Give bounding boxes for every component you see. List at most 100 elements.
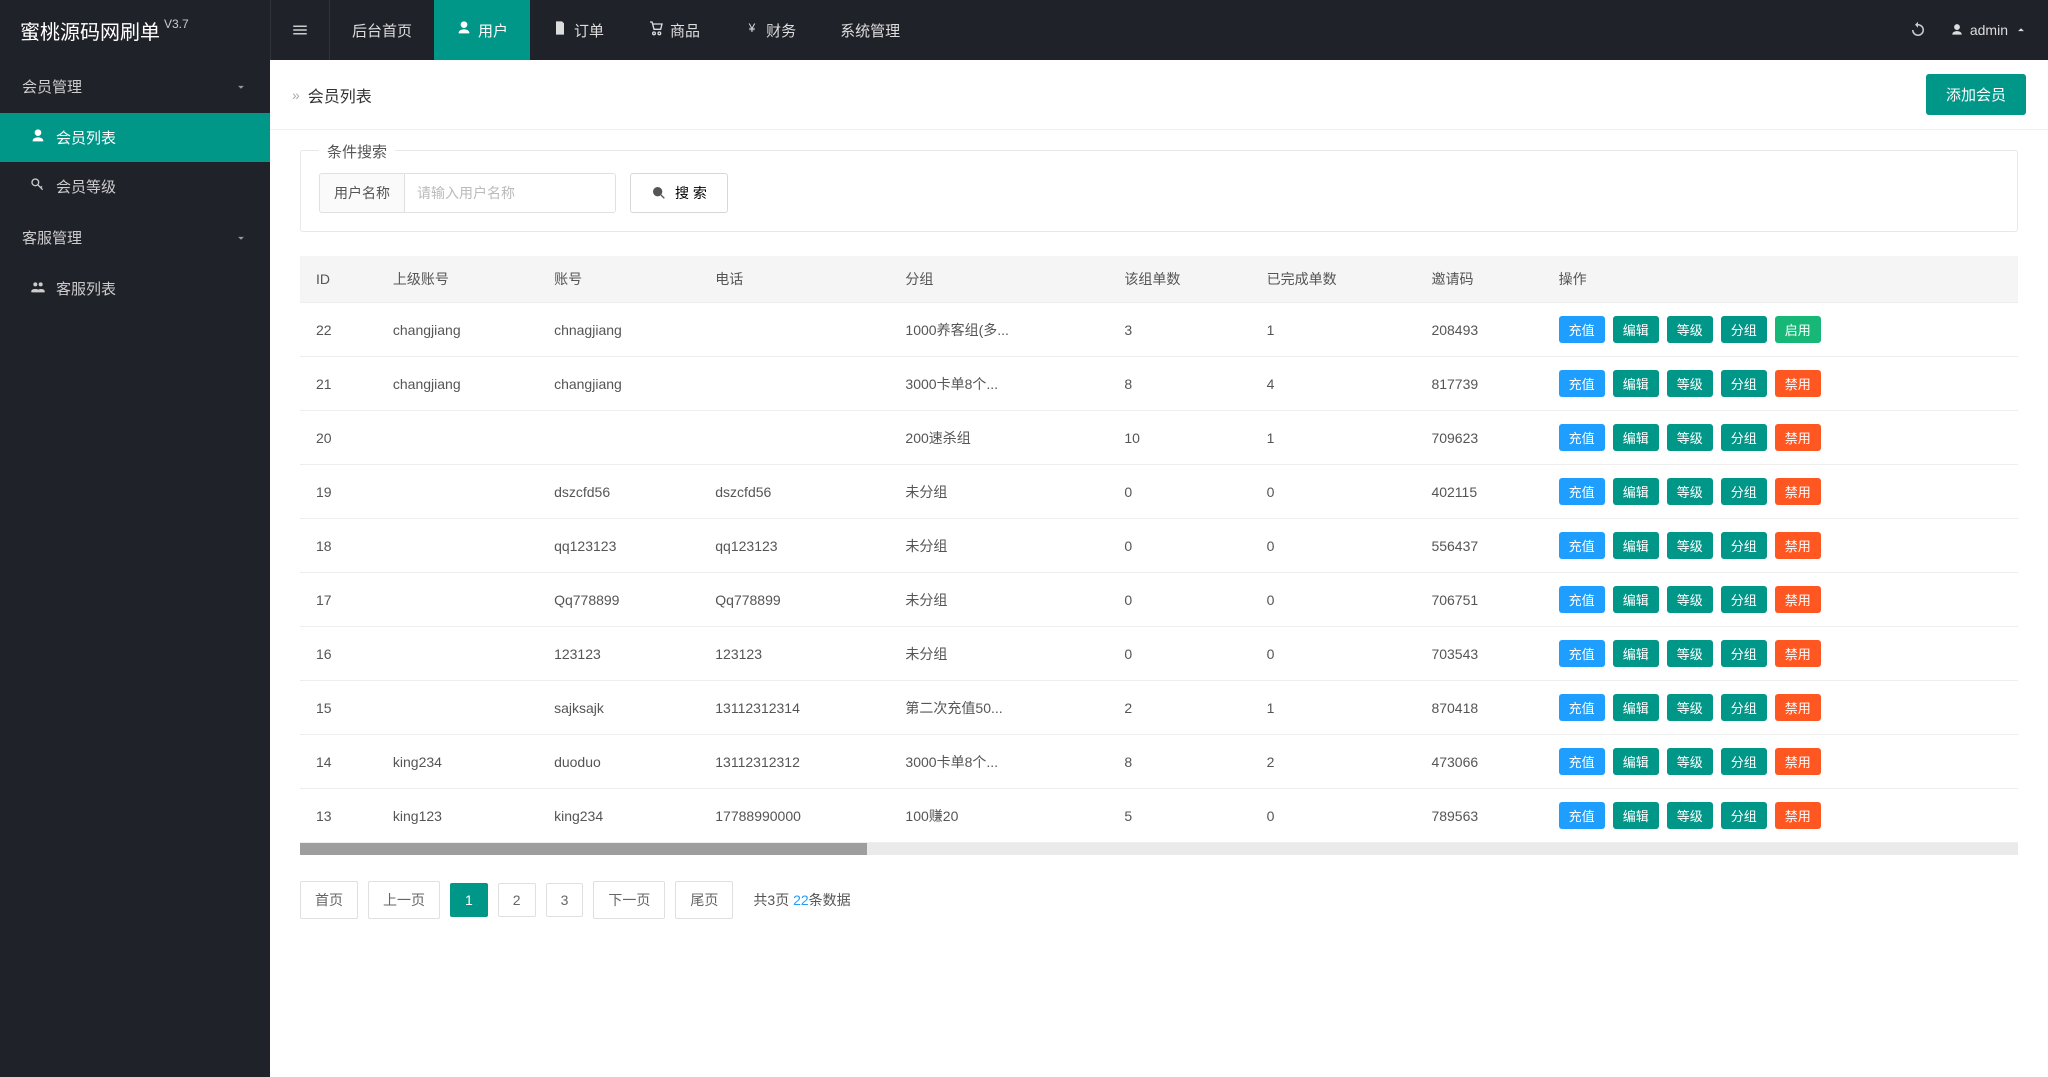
- sidebar-item-label: 会员等级: [56, 176, 116, 197]
- level-button[interactable]: 等级: [1667, 478, 1713, 505]
- topnav-item-4[interactable]: ¥财务: [722, 0, 818, 60]
- chevron-up-icon: [2014, 23, 2028, 37]
- page-next[interactable]: 下一页: [593, 881, 665, 919]
- level-button[interactable]: 等级: [1667, 802, 1713, 829]
- add-member-button[interactable]: 添加会员: [1926, 74, 2026, 115]
- cell-group-count: 0: [1108, 519, 1250, 573]
- recharge-button[interactable]: 充值: [1559, 748, 1605, 775]
- status-toggle-button[interactable]: 禁用: [1775, 640, 1821, 667]
- group-button[interactable]: 分组: [1721, 694, 1767, 721]
- page-info: 共3页 22条数据: [753, 890, 850, 910]
- username-input[interactable]: [405, 174, 615, 212]
- group-button[interactable]: 分组: [1721, 748, 1767, 775]
- level-button[interactable]: 等级: [1667, 586, 1713, 613]
- group-button[interactable]: 分组: [1721, 370, 1767, 397]
- recharge-button[interactable]: 充值: [1559, 316, 1605, 343]
- edit-button[interactable]: 编辑: [1613, 586, 1659, 613]
- edit-button[interactable]: 编辑: [1613, 802, 1659, 829]
- user-menu[interactable]: admin: [1950, 22, 2028, 38]
- status-toggle-button[interactable]: 禁用: [1775, 586, 1821, 613]
- recharge-button[interactable]: 充值: [1559, 694, 1605, 721]
- level-button[interactable]: 等级: [1667, 370, 1713, 397]
- col-header-4: 分组: [889, 256, 1108, 303]
- topnav-item-3[interactable]: 商品: [626, 0, 722, 60]
- cell-id: 15: [300, 681, 377, 735]
- level-button[interactable]: 等级: [1667, 532, 1713, 559]
- sidebar-item-1-0[interactable]: 客服列表: [0, 264, 270, 313]
- status-toggle-button[interactable]: 禁用: [1775, 748, 1821, 775]
- recharge-button[interactable]: 充值: [1559, 586, 1605, 613]
- sidebar-item-0-1[interactable]: 会员等级: [0, 162, 270, 211]
- status-toggle-button[interactable]: 禁用: [1775, 478, 1821, 505]
- page-prev[interactable]: 上一页: [368, 881, 440, 919]
- page-1[interactable]: 1: [450, 883, 488, 917]
- group-button[interactable]: 分组: [1721, 640, 1767, 667]
- cell-group: 未分组: [889, 573, 1108, 627]
- cell-id: 17: [300, 573, 377, 627]
- status-toggle-button[interactable]: 禁用: [1775, 532, 1821, 559]
- page-last[interactable]: 尾页: [675, 881, 733, 919]
- group-button[interactable]: 分组: [1721, 424, 1767, 451]
- recharge-button[interactable]: 充值: [1559, 532, 1605, 559]
- edit-button[interactable]: 编辑: [1613, 316, 1659, 343]
- brand-version: V3.7: [164, 17, 189, 31]
- status-toggle-button[interactable]: 禁用: [1775, 424, 1821, 451]
- page-3[interactable]: 3: [546, 883, 584, 917]
- level-button[interactable]: 等级: [1667, 316, 1713, 343]
- level-button[interactable]: 等级: [1667, 640, 1713, 667]
- page-2[interactable]: 2: [498, 883, 536, 917]
- search-legend: 条件搜索: [319, 141, 395, 162]
- scrollbar-thumb[interactable]: [300, 843, 867, 855]
- edit-button[interactable]: 编辑: [1613, 424, 1659, 451]
- sidebar-item-0-0[interactable]: 会员列表: [0, 113, 270, 162]
- edit-button[interactable]: 编辑: [1613, 748, 1659, 775]
- user-name: admin: [1970, 22, 2008, 38]
- page-first[interactable]: 首页: [300, 881, 358, 919]
- sidebar-toggle-button[interactable]: [270, 0, 330, 60]
- edit-button[interactable]: 编辑: [1613, 370, 1659, 397]
- group-button[interactable]: 分组: [1721, 802, 1767, 829]
- edit-button[interactable]: 编辑: [1613, 640, 1659, 667]
- level-button[interactable]: 等级: [1667, 694, 1713, 721]
- group-button[interactable]: 分组: [1721, 316, 1767, 343]
- recharge-button[interactable]: 充值: [1559, 640, 1605, 667]
- group-button[interactable]: 分组: [1721, 532, 1767, 559]
- group-button[interactable]: 分组: [1721, 478, 1767, 505]
- brand: 蜜桃源码网刷单 V3.7: [0, 0, 270, 60]
- refresh-button[interactable]: [1898, 10, 1938, 50]
- group-button[interactable]: 分组: [1721, 586, 1767, 613]
- topnav-item-2[interactable]: 订单: [530, 0, 626, 60]
- status-toggle-button[interactable]: 禁用: [1775, 694, 1821, 721]
- recharge-button[interactable]: 充值: [1559, 370, 1605, 397]
- edit-button[interactable]: 编辑: [1613, 532, 1659, 559]
- table-row: 20200速杀组101709623充值编辑等级分组禁用: [300, 411, 2018, 465]
- status-toggle-button[interactable]: 启用: [1775, 316, 1821, 343]
- recharge-button[interactable]: 充值: [1559, 478, 1605, 505]
- status-toggle-button[interactable]: 禁用: [1775, 370, 1821, 397]
- status-toggle-button[interactable]: 禁用: [1775, 802, 1821, 829]
- page-title: 会员列表: [308, 83, 372, 107]
- sidebar-group-0[interactable]: 会员管理: [0, 60, 270, 113]
- cell-account: changjiang: [538, 357, 699, 411]
- cell-actions: 充值编辑等级分组禁用: [1543, 627, 2018, 681]
- table-row: 14king234duoduo131123123123000卡单8个...824…: [300, 735, 2018, 789]
- edit-button[interactable]: 编辑: [1613, 478, 1659, 505]
- edit-button[interactable]: 编辑: [1613, 694, 1659, 721]
- level-button[interactable]: 等级: [1667, 424, 1713, 451]
- table-row: 19dszcfd56dszcfd56未分组00402115充值编辑等级分组禁用: [300, 465, 2018, 519]
- recharge-button[interactable]: 充值: [1559, 802, 1605, 829]
- sidebar-item-label: 会员列表: [56, 127, 116, 148]
- cell-parent: [377, 519, 538, 573]
- topnav-item-0[interactable]: 后台首页: [330, 0, 434, 60]
- table-horizontal-scrollbar[interactable]: [300, 843, 2018, 855]
- cell-done: 4: [1251, 357, 1416, 411]
- cell-done: 0: [1251, 465, 1416, 519]
- sidebar-group-1[interactable]: 客服管理: [0, 211, 270, 264]
- topnav-item-5[interactable]: 系统管理: [818, 0, 922, 60]
- search-button[interactable]: 搜 索: [630, 173, 728, 213]
- topnav-item-1[interactable]: 用户: [434, 0, 530, 60]
- chevron-right-icon: »: [292, 87, 300, 103]
- svg-text:¥: ¥: [748, 21, 756, 35]
- recharge-button[interactable]: 充值: [1559, 424, 1605, 451]
- level-button[interactable]: 等级: [1667, 748, 1713, 775]
